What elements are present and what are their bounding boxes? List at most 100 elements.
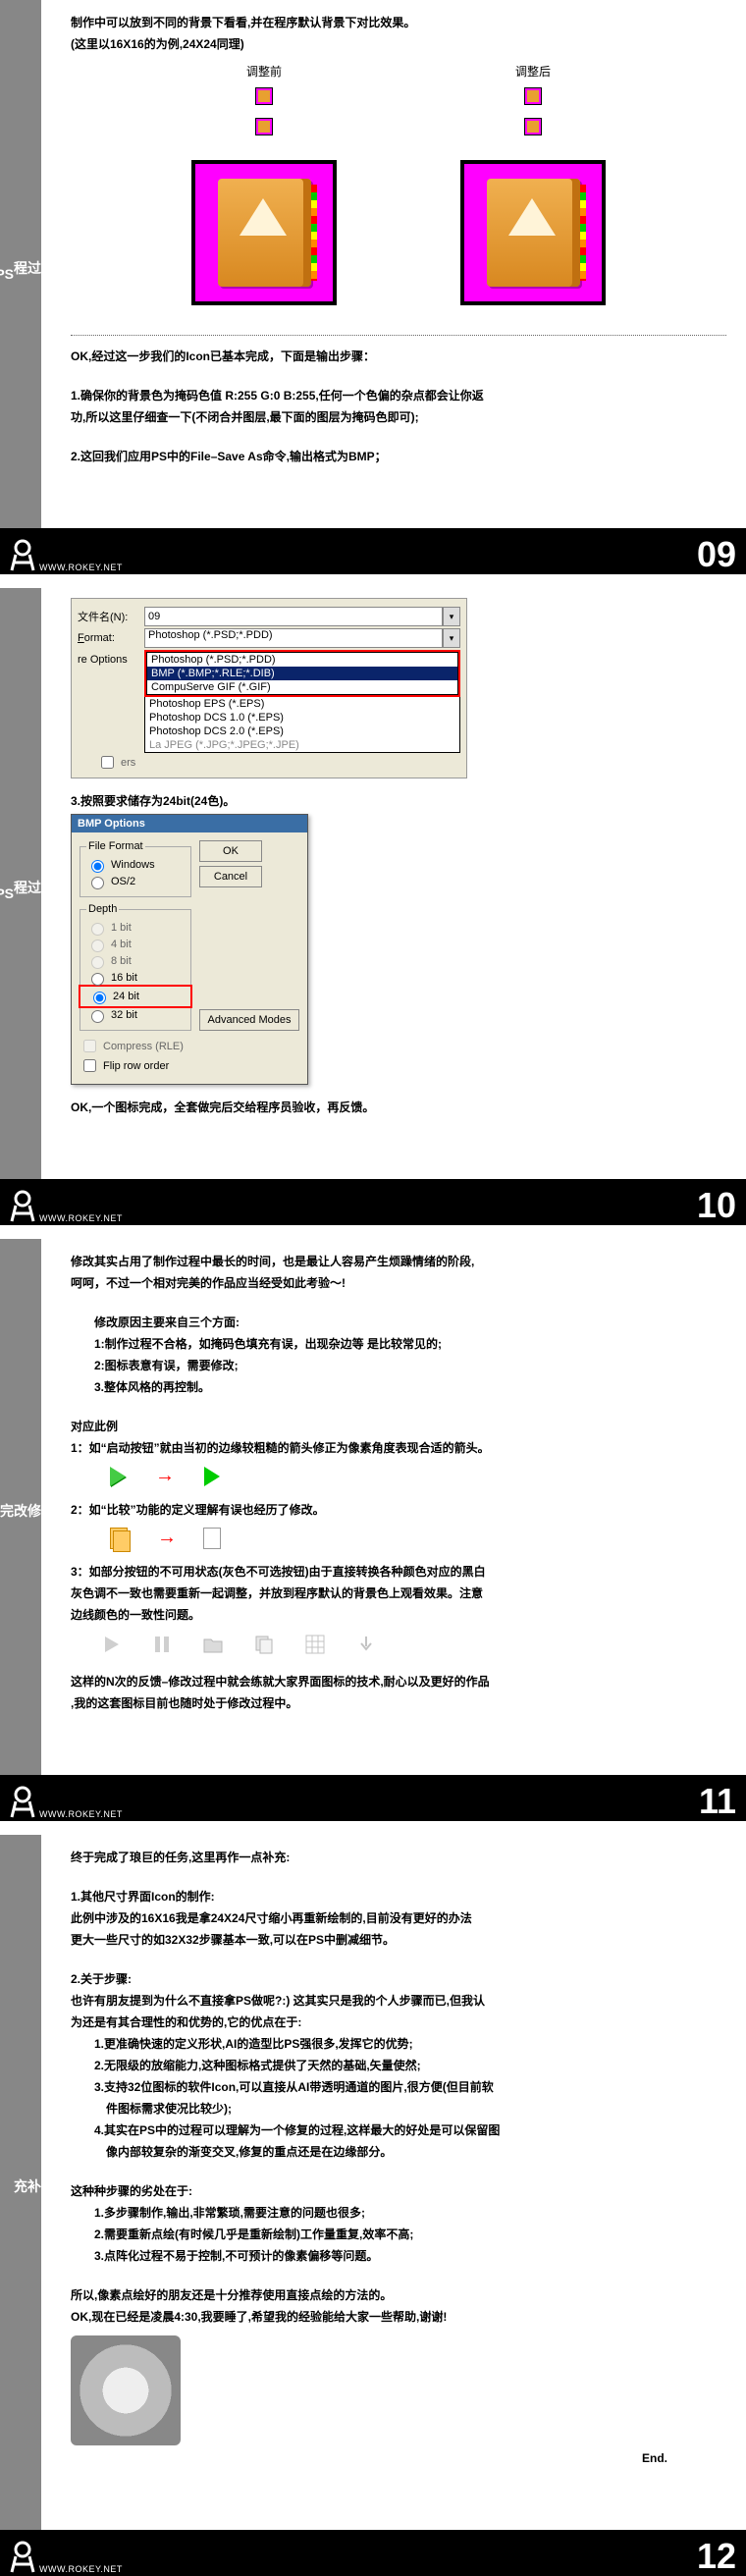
micro-icon-after-2 [524,118,542,135]
s12-h2: 2.关于步骤: [71,1970,726,1988]
disabled-play-icon [100,1634,122,1655]
s12-intro: 终于完成了琅巨的任务,这里再作一点补充: [71,1849,726,1866]
format-option-dcs1[interactable]: Photoshop DCS 1.0 (*.EPS) [145,711,459,724]
ok-line: OK,经过这一步我们的Icon已基本完成，下面是输出步骤： [71,348,726,365]
sidebar-sub-10: PS [0,886,14,901]
bmp-cancel-button[interactable]: Cancel [199,866,262,887]
end-label: End. [71,2449,726,2467]
play-icon-before [110,1467,126,1486]
step1-l1: 1.确保你的背景色为掩码色值 R:255 G:0 B:255,任何一个色偏的杂点… [71,387,726,404]
sidebar-title-11: 修改完善 [0,1502,41,1522]
format-option-psd[interactable]: Photoshop (*.PSD;*.PDD) [147,653,457,667]
c2: 2：如“比较”功能的定义理解有误也经历了修改。 [71,1501,726,1519]
s12-weak-h: 这种种步骤的劣处在于: [71,2182,726,2200]
reason-h: 修改原因主要来自三个方面: [94,1314,726,1331]
s12-w1: 1.多步骤制作,输出,非常繁琐,需要注意的问题也很多; [94,2204,726,2222]
sidebar-sub-09: PS [0,266,14,282]
radio-24bit[interactable] [93,992,106,1004]
format-dropdown-list-rest[interactable]: Photoshop EPS (*.EPS) Photoshop DCS 1.0 … [144,697,460,753]
radio-os2[interactable] [91,877,104,889]
micro-icon-before-1 [255,87,273,105]
logo-icon [10,1190,35,1223]
r2: 2:图标表意有误，需要修改; [94,1357,726,1374]
sidebar-title-09: 过程 [14,259,41,279]
s12-b4-l2: 像内部较复杂的渐变交叉,修复的重点还是在边缘部分。 [94,2143,726,2161]
filename-label: 文件名(N): [78,609,144,624]
s12-h1-l1: 此例中涉及的16X16我是拿24X24尺寸缩小再重新绘制的,目前没有更好的办法 [71,1909,726,1927]
footer-url-12: WWW.ROKEY.NET [39,2564,123,2574]
page-number-11: 11 [699,1784,736,1819]
sidebar-title-12: 补充 [14,2177,41,2197]
format-option-dcs2[interactable]: Photoshop DCS 2.0 (*.EPS) [145,724,459,738]
format-select[interactable]: Photoshop (*.PSD;*.PDD) [144,628,443,648]
s12-w2: 2.需要重新点绘(有时候几乎是重新绘制)工作量重复,效率不高; [94,2226,726,2243]
arrow-icon: → [155,1465,175,1487]
page-number-12: 12 [697,2539,736,2574]
big-icon-after [460,160,606,305]
chk-flip[interactable] [83,1059,96,1072]
s12-h1: 1.其他尺寸界面Icon的制作: [71,1888,726,1905]
depth-24-highlight: 24 bit [79,985,192,1008]
summary-l1: 这样的N次的反馈–修改过程中就会练就大家界面图标的技术,耐心以及更好的作品 [71,1673,726,1690]
logo-icon [10,1786,35,1819]
radio-1bit [91,923,104,936]
format-option-eps[interactable]: Photoshop EPS (*.EPS) [145,697,459,711]
radio-windows[interactable] [91,860,104,873]
r1: 1:制作过程不合格，如掩码色填充有误，出现杂边等 是比较常见的; [94,1335,726,1353]
c3-l1: 3：如部分按钮的不可用状态(灰色不可选按钮)由于直接转换各种颜色对应的黑白 [71,1563,726,1581]
filename-dropdown-button[interactable]: ▾ [443,607,460,626]
step2: 2.这回我们应用PS中的File–Save As命令,输出格式为BMP； [71,448,726,465]
micro-icon-before-2 [255,118,273,135]
s12-h1-l2: 更大一些尺寸的如32X32步骤基本一致,可以在PS中删减细节。 [71,1931,726,1949]
bmp-title: BMP Options [72,815,307,832]
bmp-options-dialog: BMP Options File Format Windows OS/2 Dep… [71,814,308,1085]
compare-icon-after [206,1530,208,1546]
format-option-bmp[interactable]: BMP (*.BMP;*.RLE;*.DIB) [147,667,457,680]
radio-16bit[interactable] [91,973,104,986]
radio-32bit[interactable] [91,1010,104,1023]
micro-icon-after-1 [524,87,542,105]
s12-b3-l1: 3.支持32位图标的软件Icon,可以直接从AI带透明通道的图片,很方便(但目前… [94,2078,726,2096]
filename-input[interactable] [144,607,443,626]
disabled-down-icon [355,1634,377,1655]
bmp-ok-button[interactable]: OK [199,840,262,862]
logo-icon [10,2541,35,2574]
s12-close-l2: OK,现在已经是凌晨4:30,我要睡了,希望我的经验能给大家一些帮助,谢谢! [71,2308,726,2326]
play-icon-after [204,1467,220,1486]
radio-4bit [91,939,104,952]
done-line: OK,一个图标完成，全套做完后交给程序员验收，再反馈。 [71,1099,726,1116]
footer-url-11: WWW.ROKEY.NET [39,1809,123,1819]
file-format-group: File Format Windows OS/2 [80,840,191,897]
step3: 3.按照要求储存为24bit(24色)。 [71,792,726,810]
p1-l1: 修改其实占用了制作过程中最长的时间，也是最让人容易产生烦躁情绪的阶段, [71,1253,726,1270]
disabled-grid-icon [304,1634,326,1655]
p1-l2: 呵呵，不过一个相对完美的作品应当经受如此考验～! [71,1274,726,1292]
format-label: Format: [78,632,144,644]
compare-icon-before [110,1528,128,1549]
c3-l3: 边线颜色的一致性问题。 [71,1606,726,1624]
format-list-highlight: Photoshop (*.PSD;*.PDD) BMP (*.BMP;*.RLE… [144,650,460,697]
layers-checkbox[interactable] [101,756,114,769]
intro-line-2: (这里以16X16的为例,24X24同理) [71,35,726,53]
arrow-icon: → [157,1527,177,1549]
format-option-gif[interactable]: CompuServe GIF (*.GIF) [147,680,457,694]
footer-url-10: WWW.ROKEY.NET [39,1213,123,1223]
c1: 1：如“启动按钮”就由当初的边缘较粗糙的箭头修正为像素角度表现合适的箭头。 [71,1439,726,1457]
before-label: 调整前 [246,63,282,80]
disabled-folder-icon [202,1634,224,1655]
format-dropdown-list[interactable]: Photoshop (*.PSD;*.PDD) BMP (*.BMP;*.RLE… [146,652,458,695]
sidebar-title-10: 过程 [14,879,41,898]
disabled-pause-icon [151,1634,173,1655]
radio-8bit [91,956,104,969]
format-option-jpeg[interactable]: La JPEG (*.JPG;*.JPEG;*.JPE) [145,738,459,752]
save-as-dialog: 文件名(N): ▾ Format: Photoshop (*.PSD;*.PDD… [71,598,467,778]
bmp-advanced-button[interactable]: Advanced Modes [199,1009,299,1031]
s12-b2: 2.无限级的放缩能力,这种图标格式提供了天然的基础,矢量使然; [94,2057,726,2074]
watch-illustration [71,2335,181,2445]
format-dropdown-button[interactable]: ▾ [443,628,460,648]
chk-compress [83,1040,96,1052]
big-icon-before [191,160,337,305]
after-label: 调整后 [515,63,551,80]
s12-h2-l2: 为还是有其合理性的和优势的,它的优点在于: [71,2013,726,2031]
logo-icon [10,539,35,572]
